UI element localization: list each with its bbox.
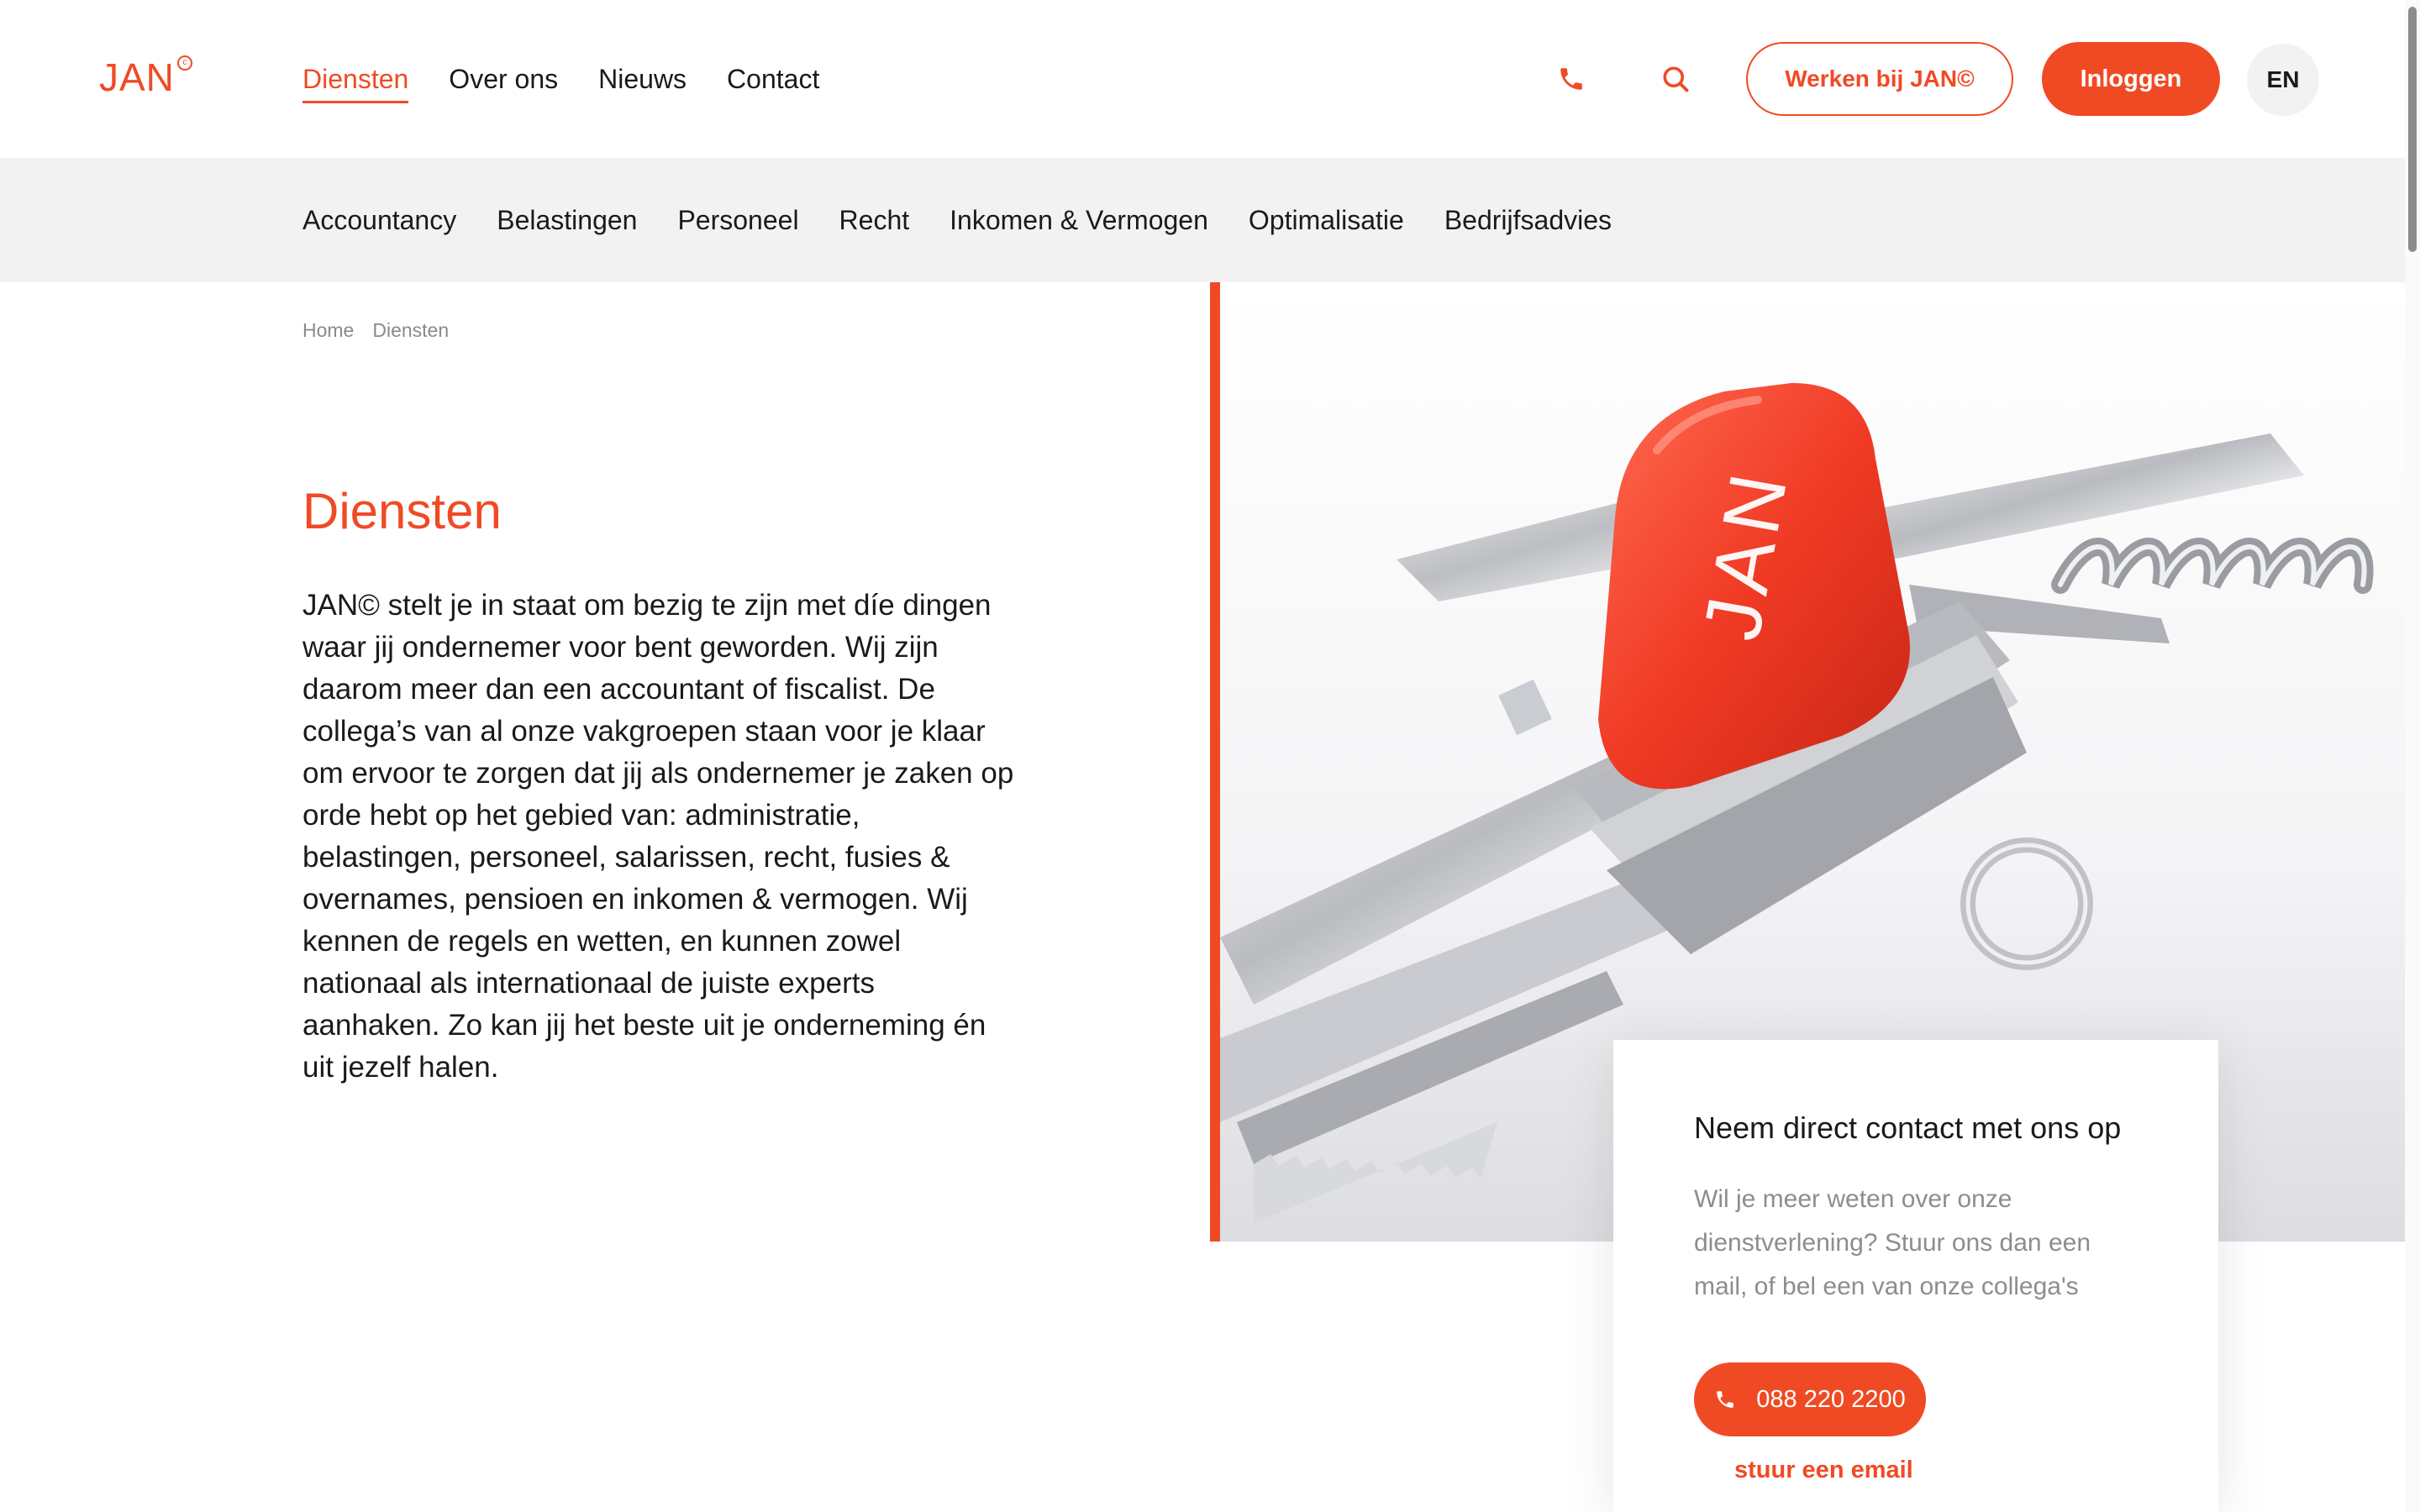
breadcrumb-diensten[interactable]: Diensten bbox=[372, 319, 449, 342]
phone-icon[interactable] bbox=[1551, 59, 1591, 99]
page-title: Diensten bbox=[302, 483, 502, 539]
subnav-recht[interactable]: Recht bbox=[839, 200, 910, 240]
main-nav: Diensten Over ons Nieuws Contact bbox=[302, 59, 819, 103]
phone-icon bbox=[1717, 1391, 1734, 1408]
careers-button[interactable]: Werken bij JAN© bbox=[1746, 42, 2013, 116]
subnav-personeel[interactable]: Personeel bbox=[677, 200, 798, 240]
contact-card-text: Wil je meer weten over onze dienstverlen… bbox=[1694, 1185, 2091, 1300]
login-button[interactable]: Inloggen bbox=[2042, 42, 2220, 116]
site-header: JAN c Diensten Over ons Nieuws Contact W… bbox=[0, 0, 2420, 158]
nav-diensten[interactable]: Diensten bbox=[302, 59, 409, 103]
breadcrumb: Home Diensten bbox=[302, 319, 449, 342]
contact-card: Neem direct contact met ons op Wil je me… bbox=[1613, 1040, 2218, 1512]
breadcrumb-home[interactable]: Home bbox=[302, 319, 354, 342]
search-icon[interactable] bbox=[1655, 59, 1696, 99]
nav-nieuws[interactable]: Nieuws bbox=[598, 59, 687, 103]
email-link[interactable]: stuur een email bbox=[1734, 1457, 1913, 1484]
subnav-accountancy[interactable]: Accountancy bbox=[302, 200, 456, 240]
accent-bar bbox=[1210, 282, 1220, 1242]
subnav-inkomen-vermogen[interactable]: Inkomen & Vermogen bbox=[950, 200, 1208, 240]
jan-logo[interactable]: JAN c bbox=[99, 52, 192, 102]
intro-paragraph: JAN© stelt je in staat om bezig te zijn … bbox=[302, 589, 1014, 1084]
services-subnav: Accountancy Belastingen Personeel Recht … bbox=[0, 158, 2405, 282]
logo-wordmark: JAN bbox=[99, 55, 175, 99]
call-button[interactable]: 088 220 2200 bbox=[1694, 1362, 1926, 1436]
language-switch[interactable]: EN bbox=[2247, 44, 2319, 116]
subnav-belastingen[interactable]: Belastingen bbox=[497, 200, 637, 240]
scrollbar-thumb[interactable] bbox=[2408, 7, 2417, 252]
phone-number: 088 220 2200 bbox=[1756, 1385, 1906, 1413]
subnav-bedrijfsadvies[interactable]: Bedrijfsadvies bbox=[1444, 200, 1612, 240]
nav-over-ons[interactable]: Over ons bbox=[449, 59, 558, 103]
logo-copyright-mark: c bbox=[176, 55, 192, 71]
contact-card-title: Neem direct contact met ons op bbox=[1694, 1110, 2122, 1145]
subnav-optimalisatie[interactable]: Optimalisatie bbox=[1249, 200, 1404, 240]
nav-contact[interactable]: Contact bbox=[727, 59, 819, 103]
page-scrollbar[interactable] bbox=[2405, 0, 2420, 1512]
